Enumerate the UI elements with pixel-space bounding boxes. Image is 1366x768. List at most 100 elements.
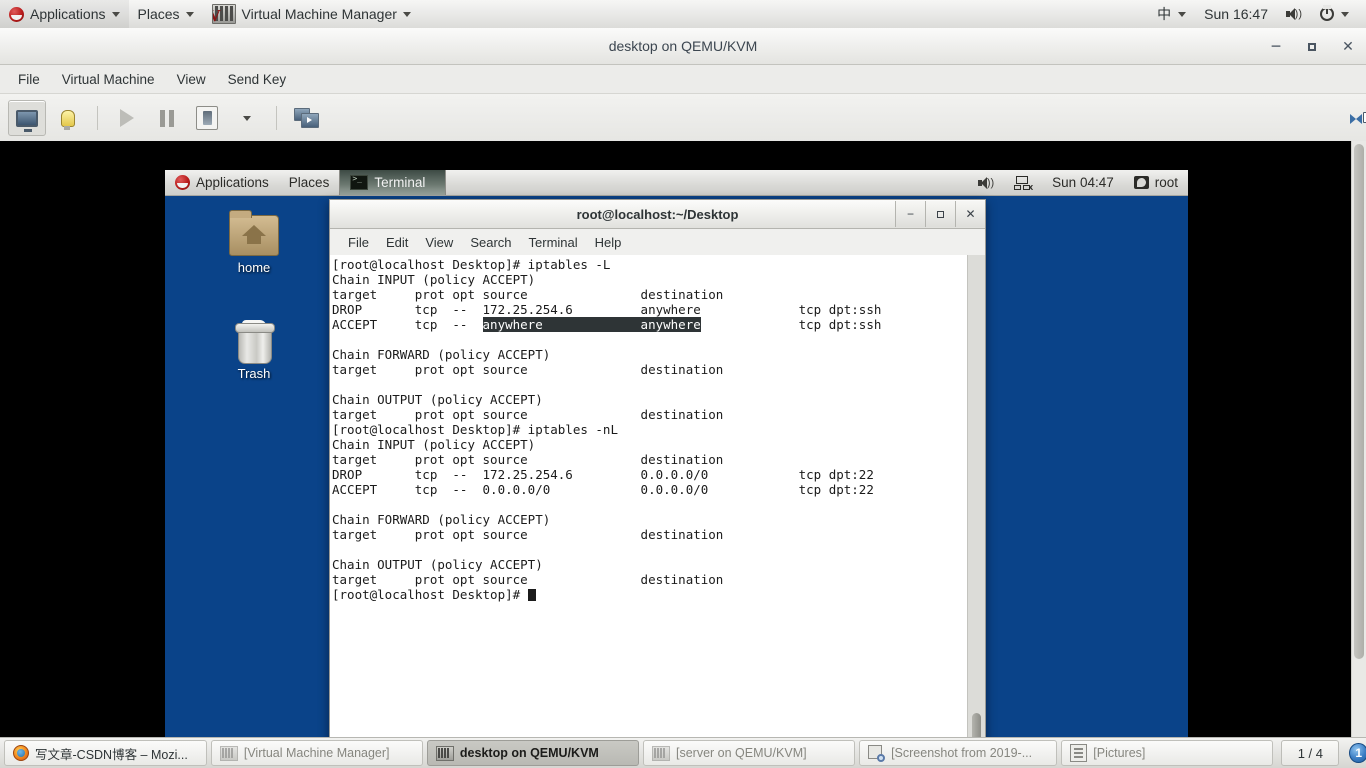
taskbar-item-firefox[interactable]: 写文章-CSDN博客 – Mozi... bbox=[4, 740, 207, 766]
terminal-menu-edit[interactable]: Edit bbox=[378, 232, 416, 253]
snapshots-button[interactable] bbox=[288, 101, 324, 135]
host-clock[interactable]: Sun 16:47 bbox=[1195, 0, 1277, 28]
viewport-scrollbar[interactable] bbox=[1351, 141, 1366, 738]
terminal-menu-terminal[interactable]: Terminal bbox=[521, 232, 586, 253]
taskbar-item-pictures[interactable]: [Pictures] bbox=[1061, 740, 1274, 766]
taskbar-item-label: [Screenshot from 2019-... bbox=[891, 746, 1033, 760]
guest-applications-menu[interactable]: Applications bbox=[165, 170, 279, 195]
host-volume-button[interactable]: )) bbox=[1277, 0, 1311, 28]
terminal-title: root@localhost:~/Desktop bbox=[576, 206, 739, 222]
host-applications-label: Applications bbox=[30, 6, 106, 22]
guest-clock[interactable]: Sun 04:47 bbox=[1042, 170, 1124, 195]
host-app-menu[interactable]: V Virtual Machine Manager bbox=[203, 0, 420, 28]
terminal-menu-help[interactable]: Help bbox=[587, 232, 630, 253]
terminal-line: [root@localhost Desktop]# iptables -nL bbox=[332, 422, 618, 437]
taskbar-item-virt-manager[interactable]: [Virtual Machine Manager] bbox=[210, 740, 423, 766]
vm-menu-file[interactable]: File bbox=[8, 68, 50, 91]
host-top-panel: Applications Places V Virtual Machine Ma… bbox=[0, 0, 1366, 29]
vm-minimize-button[interactable]: − bbox=[1268, 37, 1284, 55]
terminal-minimize-button[interactable]: − bbox=[895, 201, 925, 227]
terminal-menu-search[interactable]: Search bbox=[462, 232, 519, 253]
taskbar-item-label: desktop on QEMU/KVM bbox=[459, 746, 599, 760]
vm-close-button[interactable]: ✕ bbox=[1340, 38, 1356, 54]
taskbar-item-label: [server on QEMU/KVM] bbox=[676, 746, 807, 760]
terminal-menu-file[interactable]: File bbox=[340, 232, 377, 253]
terminal-line: DROP tcp -- 172.25.254.6 0.0.0.0/0 tcp d… bbox=[332, 467, 874, 482]
user-icon bbox=[1133, 176, 1149, 189]
vm-icon bbox=[435, 745, 454, 761]
guest-top-panel: Applications Places Terminal )) bbox=[165, 170, 1188, 196]
desktop-icon-trash[interactable]: Trash bbox=[211, 320, 297, 381]
terminal-line: [root@localhost Desktop]# bbox=[332, 587, 957, 602]
host-system-menu[interactable] bbox=[1311, 0, 1358, 28]
guest-volume-button[interactable]: )) bbox=[968, 170, 1004, 195]
viewport-scrollbar-thumb[interactable] bbox=[1354, 144, 1364, 659]
desktop-icon-trash-label: Trash bbox=[237, 366, 271, 381]
vm-menu-send-key[interactable]: Send Key bbox=[218, 68, 297, 91]
terminal-close-button[interactable]: ✕ bbox=[955, 201, 985, 227]
taskbar-item-desktop-vm[interactable]: desktop on QEMU/KVM bbox=[426, 740, 639, 766]
taskbar-item-label: [Virtual Machine Manager] bbox=[243, 746, 390, 760]
workspace-pager[interactable]: 1 / 4 bbox=[1281, 740, 1340, 766]
vm-icon bbox=[219, 745, 238, 761]
power-off-icon bbox=[196, 106, 218, 130]
shutdown-options-button[interactable] bbox=[229, 101, 265, 135]
notification-badge[interactable]: 1 bbox=[1349, 743, 1366, 763]
terminal-scrollbar[interactable] bbox=[967, 255, 985, 738]
vm-menu-virtual-machine[interactable]: Virtual Machine bbox=[52, 68, 165, 91]
shutdown-button[interactable] bbox=[189, 101, 225, 135]
terminal-maximize-button[interactable] bbox=[925, 201, 955, 227]
network-disconnected-icon: x bbox=[1014, 175, 1033, 191]
pause-icon bbox=[160, 109, 174, 127]
snapshots-icon bbox=[294, 108, 319, 128]
terminal-text: [root@localhost Desktop]# iptables -L Cha… bbox=[332, 257, 957, 602]
terminal-selection: anywhere anywhere bbox=[482, 317, 701, 332]
guest-user-menu[interactable]: root bbox=[1124, 170, 1188, 195]
host-applications-menu[interactable]: Applications bbox=[0, 0, 129, 28]
guest-network-button[interactable]: x bbox=[1004, 170, 1042, 195]
terminal-line: ACCEPT tcp -- 0.0.0.0/0 0.0.0.0/0 tcp dp… bbox=[332, 482, 874, 497]
show-console-button[interactable] bbox=[8, 100, 46, 136]
terminal-line: target prot opt source destination bbox=[332, 362, 724, 377]
host-taskbar: 写文章-CSDN博客 – Mozi... [Virtual Machine Ma… bbox=[0, 737, 1366, 768]
vm-icon bbox=[652, 745, 670, 761]
terminal-menubar: File Edit View Search Terminal Help bbox=[330, 229, 985, 256]
guest-places-menu[interactable]: Places bbox=[279, 170, 340, 195]
terminal-scrollbar-thumb[interactable] bbox=[972, 713, 981, 738]
host-clock-label: Sun 16:47 bbox=[1204, 6, 1268, 22]
chevron-down-icon bbox=[1178, 11, 1187, 17]
toolbar-separator bbox=[97, 106, 98, 130]
taskbar-item-server-vm[interactable]: [server on QEMU/KVM] bbox=[643, 740, 856, 766]
vm-maximize-button[interactable] bbox=[1304, 38, 1320, 54]
chevron-down-icon bbox=[1341, 11, 1349, 17]
vm-menu-view[interactable]: View bbox=[167, 68, 216, 91]
trash-icon bbox=[234, 320, 275, 364]
vm-console-viewport[interactable]: Applications Places Terminal )) bbox=[0, 141, 1366, 738]
terminal-output-area[interactable]: [root@localhost Desktop]# iptables -L Cha… bbox=[330, 255, 985, 738]
vm-titlebar: desktop on QEMU/KVM − ✕ bbox=[0, 28, 1366, 65]
show-details-button[interactable] bbox=[50, 101, 86, 135]
desktop-icon-home[interactable]: home bbox=[211, 210, 297, 275]
terminal-line: Chain OUTPUT (policy ACCEPT) bbox=[332, 392, 543, 407]
redhat-icon bbox=[175, 175, 190, 190]
guest-window-list-terminal[interactable]: Terminal bbox=[339, 170, 447, 195]
taskbar-item-label: [Pictures] bbox=[1093, 746, 1146, 760]
host-places-menu[interactable]: Places bbox=[129, 0, 203, 28]
terminal-line: target prot opt source destination bbox=[332, 452, 724, 467]
input-method-indicator[interactable]: 中 bbox=[1148, 0, 1195, 28]
pause-button[interactable] bbox=[149, 101, 185, 135]
terminal-menu-view[interactable]: View bbox=[417, 232, 461, 253]
run-button[interactable] bbox=[109, 101, 145, 135]
home-folder-icon bbox=[229, 210, 279, 256]
terminal-cursor bbox=[527, 589, 536, 601]
taskbar-item-screenshot[interactable]: [Screenshot from 2019-... bbox=[859, 740, 1058, 766]
speaker-icon: )) bbox=[1286, 7, 1302, 21]
lightbulb-icon bbox=[61, 109, 75, 130]
toolbar-separator bbox=[276, 106, 277, 130]
firefox-icon bbox=[13, 745, 29, 761]
terminal-line: target prot opt source destination bbox=[332, 527, 724, 542]
